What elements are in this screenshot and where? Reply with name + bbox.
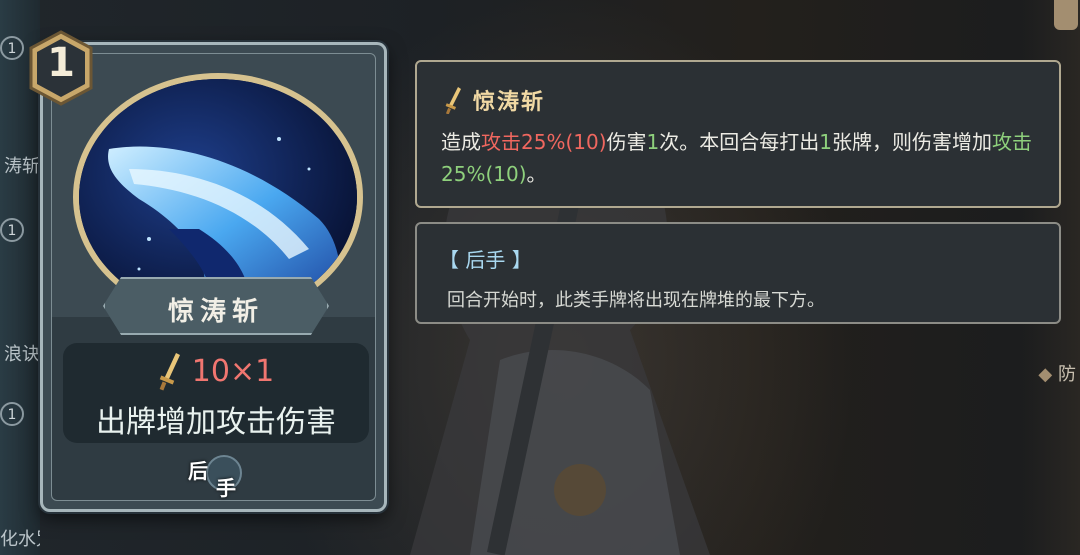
side-card-name-1[interactable]: 涛斩	[0, 152, 40, 178]
keyword-description: 回合开始时，此类手牌将出现在牌堆的最下方。	[447, 290, 825, 311]
side-card-cost: 1	[0, 36, 24, 60]
card-effect-text: 出牌增加攻击伤害	[96, 405, 336, 440]
tooltip-title: 惊涛斩	[473, 90, 546, 115]
card-tag-char-1: 后	[188, 459, 208, 483]
sword-icon	[159, 353, 180, 391]
card-name: 惊涛斩	[167, 297, 264, 327]
card-cost: 1	[47, 40, 75, 86]
side-card-cost: 1	[0, 402, 24, 426]
card-damage-value: 10×1	[191, 353, 275, 389]
side-card-name-3[interactable]: 化水咒	[0, 525, 40, 551]
right-edge-item[interactable]: ◆ 防	[1038, 360, 1076, 386]
side-card-name-2[interactable]: 浪诀	[0, 340, 40, 366]
tooltip-title-row: 惊涛斩	[445, 84, 545, 116]
side-card-cost: 1	[0, 218, 24, 242]
card-damage-row: 10×1	[63, 351, 369, 391]
sword-icon	[445, 87, 461, 114]
keyword-title: 【 后手 】	[439, 248, 532, 272]
top-right-button[interactable]	[1054, 0, 1078, 30]
card-tag-char-2: 手	[216, 476, 236, 500]
keyword-tooltip: 【 后手 】 回合开始时，此类手牌将出现在牌堆的最下方。	[415, 222, 1061, 324]
skill-card[interactable]: 惊涛斩 10×1 出牌增加攻击伤害 后 手	[40, 42, 387, 512]
tooltip-description: 造成攻击25%(10)伤害1次。本回合每打出1张牌，则伤害增加攻击25%(10)…	[441, 130, 1032, 186]
card-description-tooltip: 惊涛斩 造成攻击25%(10)伤害1次。本回合每打出1张牌，则伤害增加攻击25%…	[415, 60, 1061, 208]
